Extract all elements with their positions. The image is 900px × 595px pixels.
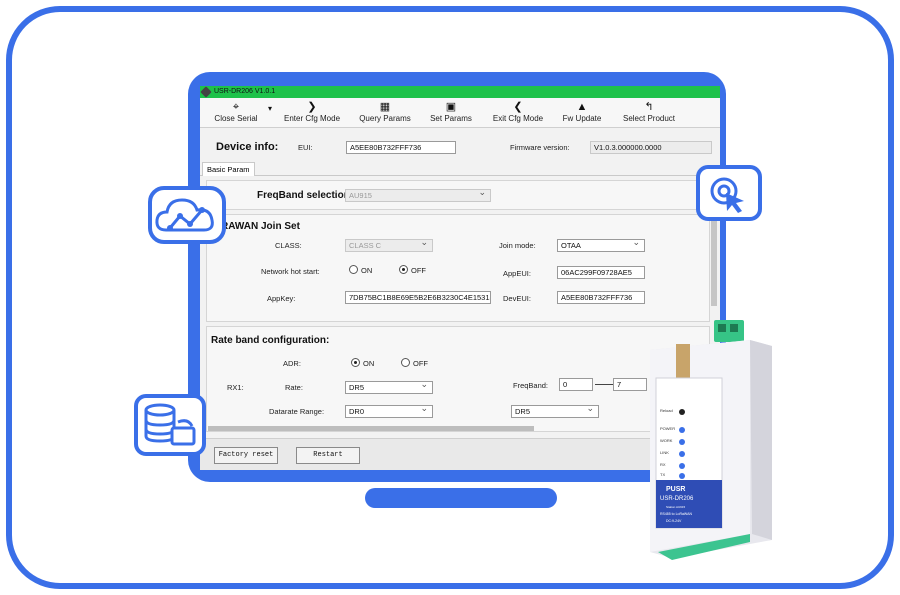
chevron-right-icon: ❯ — [307, 101, 317, 113]
cloud-svg — [155, 198, 214, 232]
tab-basic-param[interactable]: Basic Param — [202, 162, 255, 176]
datarate-min-select[interactable]: DR0 — [345, 405, 433, 418]
chevron-left-icon: ❮ — [513, 101, 523, 113]
fw-update-button[interactable]: ▲ Fw Update — [556, 98, 608, 128]
appeui-field[interactable]: 06AC299F09728AE5 — [557, 266, 645, 279]
tab-strip: Basic Param — [200, 160, 720, 176]
firmware-field: V1.0.3.000000.0000 — [590, 141, 712, 154]
database-sync-icon — [134, 394, 206, 456]
device-brand: PUSR — [666, 486, 686, 493]
factory-reset-button[interactable]: Factory reset — [214, 447, 278, 464]
device-model: USR-DR206 — [660, 496, 694, 502]
datarate-range-label: Datarate Range: — [269, 407, 325, 416]
set-params-button[interactable]: ▣ Set Params — [424, 98, 478, 128]
freqband-label: FreqBand selection — [257, 190, 350, 201]
window-title: USR-DR206 V1.0.1 — [214, 88, 276, 95]
rate-band-title: Rate band configuration: — [211, 335, 330, 346]
title-bar: USR-DR206 V1.0.1 — [200, 86, 720, 98]
enter-cfg-mode-button[interactable]: ❯ Enter Cfg Mode — [274, 98, 350, 128]
usr-dr206-device: Reload POWER WORK LINK RX TX PUSR USR-DR… — [632, 320, 782, 565]
class-label: CLASS: — [275, 241, 302, 250]
adr-off-radio[interactable] — [401, 358, 410, 367]
rate-select[interactable]: DR5 — [345, 381, 433, 394]
hot-start-label: Network hot start: — [261, 267, 320, 276]
rocket-icon: ▲ — [576, 101, 588, 113]
vertical-scrollbar[interactable] — [711, 216, 717, 306]
hot-start-off-label: OFF — [411, 266, 426, 275]
horizontal-scrollbar[interactable] — [208, 426, 534, 431]
close-serial-button[interactable]: ⌖ Close Serial — [206, 98, 266, 128]
appkey-label: AppKey: — [267, 294, 296, 303]
adr-on-label: ON — [363, 359, 375, 368]
appkey-field[interactable]: 7DB75BC1B8E69E5B2E6B3230C4E15315 — [345, 291, 491, 304]
led-label-rx: RX — [660, 462, 666, 467]
device-illustration — [650, 320, 772, 560]
device-power: DC:9-24V — [666, 519, 682, 523]
join-set-panel: RAWAN Join Set CLASS: CLASS C Join mode:… — [206, 214, 710, 322]
led-label-power: POWER — [660, 426, 676, 431]
range-dash — [595, 384, 613, 385]
monitor-stand — [365, 488, 557, 508]
eui-label: EUI: — [298, 143, 313, 152]
led-label-reload: Reload — [660, 408, 673, 413]
hot-start-off-radio[interactable] — [399, 265, 408, 274]
location-pin-icon: ⌖ — [232, 101, 240, 113]
class-select: CLASS C — [345, 239, 433, 252]
deveui-label: DevEUI: — [503, 294, 531, 303]
led-label-link: LINK — [660, 450, 669, 455]
device-sub: Station AU915 — [666, 505, 686, 509]
device-desc: RS485 to LoRaWAN — [660, 512, 692, 516]
datarate-max-select[interactable]: DR5 — [511, 405, 599, 418]
freqband-select: AU915 — [345, 189, 491, 202]
freqband-range-label: FreqBand: — [513, 381, 549, 390]
hot-start-on-label: ON — [361, 266, 373, 275]
click-cursor-icon — [696, 165, 762, 221]
appeui-label: AppEUI: — [503, 269, 531, 278]
restart-button[interactable]: Restart — [296, 447, 360, 464]
rate-label: Rate: — [285, 383, 303, 392]
cursor-svg — [710, 177, 744, 213]
back-arrow-icon: ↰ — [644, 101, 654, 113]
join-mode-label: Join mode: — [499, 241, 536, 250]
select-product-button[interactable]: ↰ Select Product — [614, 98, 684, 128]
query-icon: ▦ — [379, 101, 391, 113]
adr-off-label: OFF — [413, 359, 428, 368]
eui-field[interactable]: A5EE80B732FFF736 — [346, 141, 456, 154]
rx1-label: RX1: — [227, 383, 244, 392]
app-icon — [200, 86, 212, 98]
freqband-panel: FreqBand selection AU915 — [206, 180, 714, 210]
firmware-label: Firmware version: — [510, 143, 570, 152]
freq-from-field[interactable]: 0 — [559, 378, 593, 391]
database-svg — [144, 403, 196, 446]
query-params-button[interactable]: ▦ Query Params — [352, 98, 418, 128]
join-set-title: RAWAN Join Set — [221, 221, 300, 232]
cloud-analytics-icon — [148, 186, 226, 244]
device-info-title: Device info: — [216, 141, 279, 153]
join-mode-select[interactable]: OTAA — [557, 239, 645, 252]
save-icon: ▣ — [445, 101, 457, 113]
hot-start-on-radio[interactable] — [349, 265, 358, 274]
led-label-tx: TX — [660, 472, 666, 477]
led-label-work: WORK — [660, 438, 673, 443]
deveui-field[interactable]: A5EE80B732FFF736 — [557, 291, 645, 304]
device-info-bar: Device info: EUI: A5EE80B732FFF736 Firmw… — [200, 129, 720, 159]
adr-on-radio[interactable] — [351, 358, 360, 367]
toolbar: ⌖ Close Serial ▾ ❯ Enter Cfg Mode ▦ Quer… — [200, 98, 720, 128]
adr-label: ADR: — [283, 359, 301, 368]
exit-cfg-mode-button[interactable]: ❮ Exit Cfg Mode — [484, 98, 552, 128]
